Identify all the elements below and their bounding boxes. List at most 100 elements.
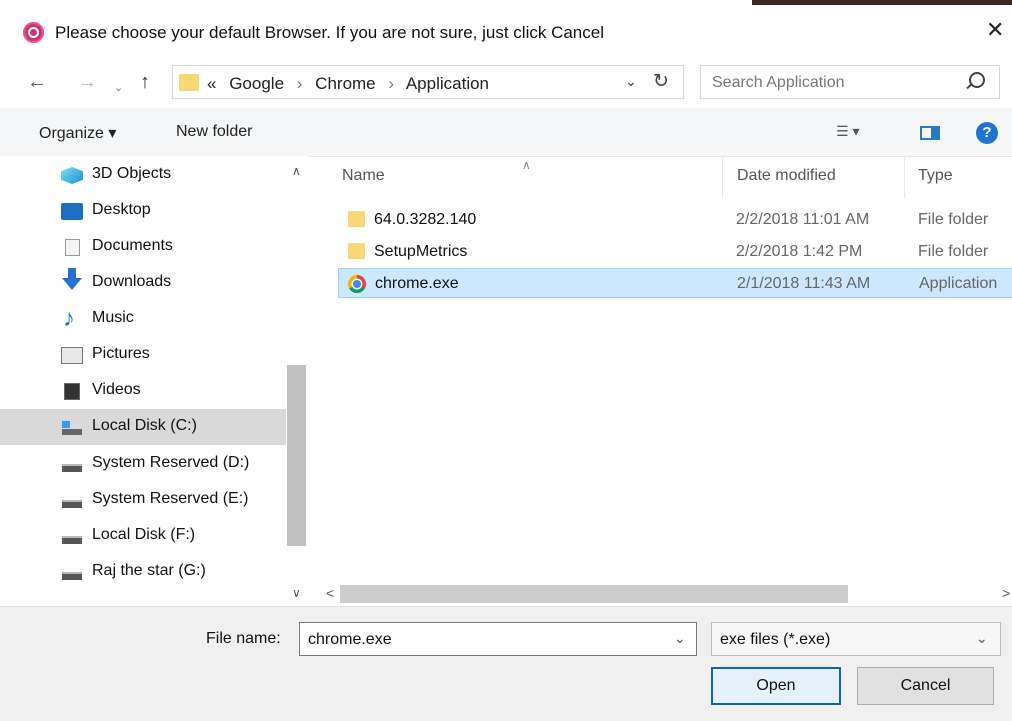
folder-icon xyxy=(348,243,365,259)
file-type: Application xyxy=(919,275,998,292)
sidebar-item-label: Music xyxy=(92,309,134,326)
close-icon[interactable]: ✕ xyxy=(986,19,1004,41)
sidebar-item-system-reserved-d[interactable]: System Reserved (D:) xyxy=(0,446,286,482)
recent-locations-chevron-icon[interactable]: ⌄ xyxy=(114,78,123,98)
file-row[interactable]: 64.0.3282.140 2/2/2018 11:01 AM File fol… xyxy=(338,205,1012,235)
command-toolbar: Organize ▾ New folder ☰ ▾ ? xyxy=(0,108,1012,157)
change-view-icon[interactable]: ☰ ▾ xyxy=(836,123,859,140)
file-name: 64.0.3282.140 xyxy=(374,211,477,228)
sidebar-item-local-disk-c[interactable]: Local Disk (C:) xyxy=(0,409,286,445)
file-name: chrome.exe xyxy=(375,275,459,292)
sidebar-item-raj-the-star-g[interactable]: Raj the star (G:) xyxy=(0,554,286,590)
breadcrumb-google[interactable]: Google xyxy=(229,74,284,93)
file-name-field[interactable]: chrome.exe ⌄ xyxy=(299,622,697,656)
breadcrumb-separator[interactable]: › xyxy=(297,74,303,93)
forward-arrow-icon[interactable]: → xyxy=(77,72,97,92)
refresh-icon[interactable]: ↻ xyxy=(653,70,669,93)
sidebar-item-label: System Reserved (E:) xyxy=(92,490,249,507)
column-header-date-modified[interactable]: Date modified xyxy=(737,167,836,185)
column-header-type[interactable]: Type xyxy=(918,167,953,185)
sidebar-item-system-reserved-e[interactable]: System Reserved (E:) xyxy=(0,482,286,518)
file-type-filter-value: exe files (*.exe) xyxy=(720,631,831,648)
breadcrumb-chrome[interactable]: Chrome xyxy=(315,74,375,93)
breadcrumb-application[interactable]: Application xyxy=(406,74,489,93)
sidebar-item-label: System Reserved (D:) xyxy=(92,454,250,471)
desktop-icon xyxy=(61,203,83,220)
app-logo-icon xyxy=(23,22,44,43)
search-placeholder: Search Application xyxy=(712,74,845,91)
organize-button[interactable]: Organize ▾ xyxy=(39,123,116,143)
sidebar-item-pictures[interactable]: Pictures xyxy=(0,337,286,373)
column-divider[interactable] xyxy=(722,156,723,198)
sidebar-item-3d-objects[interactable]: 3D Objects xyxy=(0,157,286,193)
sidebar-item-label: Pictures xyxy=(92,345,150,362)
search-icon[interactable] xyxy=(969,72,985,88)
chevron-down-icon[interactable]: ⌄ xyxy=(976,630,988,647)
dialog-title: Please choose your default Browser. If y… xyxy=(55,23,604,42)
sidebar-item-music[interactable]: Music xyxy=(0,301,286,337)
search-input[interactable]: Search Application xyxy=(700,65,1000,99)
file-type-filter-select[interactable]: exe files (*.exe) ⌄ xyxy=(711,622,1001,656)
chevron-down-icon[interactable]: ⌄ xyxy=(674,630,686,647)
horizontal-scrollbar[interactable]: < > xyxy=(308,583,1012,605)
navigation-pane[interactable]: 3D Objects Desktop Documents Downloads M… xyxy=(0,156,308,606)
file-date-modified: 2/2/2018 1:42 PM xyxy=(736,243,863,260)
sidebar-item-local-disk-f[interactable]: Local Disk (F:) xyxy=(0,518,286,554)
file-type: File folder xyxy=(918,243,989,260)
scroll-right-icon[interactable]: > xyxy=(1002,585,1010,601)
dialog-footer: File name: chrome.exe ⌄ exe files (*.exe… xyxy=(0,606,1012,721)
open-button[interactable]: Open xyxy=(711,667,841,705)
sidebar-item-label: Local Disk (F:) xyxy=(92,526,196,543)
column-header-name[interactable]: Name xyxy=(342,167,385,185)
chrome-icon xyxy=(348,275,366,293)
file-name: SetupMetrics xyxy=(374,243,468,260)
folder-icon xyxy=(179,74,199,91)
sidebar-item-label: Desktop xyxy=(92,201,151,218)
file-row-selected[interactable]: chrome.exe 2/1/2018 11:43 AM Application xyxy=(338,268,1012,298)
sidebar-scrollbar-thumb[interactable] xyxy=(287,365,306,546)
sidebar-item-downloads[interactable]: Downloads xyxy=(0,265,286,301)
drive-icon xyxy=(61,492,83,509)
title-bar: Please choose your default Browser. If y… xyxy=(0,5,1012,60)
local-disk-icon xyxy=(61,419,83,436)
address-bar[interactable]: « Google › Chrome › Application ⌄ ↻ xyxy=(172,65,684,99)
new-folder-button[interactable]: New folder xyxy=(176,123,252,141)
sort-ascending-icon: ∧ xyxy=(522,158,531,172)
sidebar-item-label: Raj the star (G:) xyxy=(92,562,206,579)
downloads-icon xyxy=(62,268,82,290)
up-arrow-icon[interactable]: ↑ xyxy=(140,72,150,92)
3d-objects-icon xyxy=(61,167,83,184)
help-icon[interactable]: ? xyxy=(976,122,998,144)
file-list[interactable]: ∧ Name Date modified Type 64.0.3282.140 … xyxy=(308,156,1012,606)
breadcrumb-overflow[interactable]: « xyxy=(207,74,216,93)
drive-icon xyxy=(61,456,83,473)
scroll-down-icon[interactable]: ∨ xyxy=(292,586,301,600)
column-divider[interactable] xyxy=(904,156,905,198)
pictures-icon xyxy=(61,347,83,364)
breadcrumb: « Google › Chrome › Application xyxy=(207,74,489,94)
breadcrumb-separator[interactable]: › xyxy=(388,74,394,93)
navigation-bar: ← → ⌄ ↑ « Google › Chrome › Application … xyxy=(0,60,1012,108)
cancel-button[interactable]: Cancel xyxy=(857,667,994,705)
preview-pane-icon[interactable] xyxy=(920,126,940,140)
sidebar-item-label: Documents xyxy=(92,237,173,254)
file-date-modified: 2/2/2018 11:01 AM xyxy=(736,211,870,228)
sidebar-item-documents[interactable]: Documents xyxy=(0,229,286,265)
drive-icon xyxy=(61,564,83,581)
sidebar-item-videos[interactable]: Videos xyxy=(0,373,286,409)
sidebar-item-desktop[interactable]: Desktop xyxy=(0,193,286,229)
back-arrow-icon[interactable]: ← xyxy=(27,72,47,92)
sidebar-item-label: Downloads xyxy=(92,273,172,290)
address-dropdown-icon[interactable]: ⌄ xyxy=(625,73,637,90)
scroll-left-icon[interactable]: < xyxy=(326,585,334,601)
videos-icon xyxy=(64,383,80,400)
scroll-up-icon[interactable]: ∧ xyxy=(292,164,301,178)
documents-icon xyxy=(65,239,80,256)
file-row[interactable]: SetupMetrics 2/2/2018 1:42 PM File folde… xyxy=(338,237,1012,267)
file-open-dialog: Please choose your default Browser. If y… xyxy=(0,0,1012,721)
file-name-value: chrome.exe xyxy=(308,631,392,648)
horizontal-scrollbar-thumb[interactable] xyxy=(340,585,848,603)
drive-icon xyxy=(61,528,83,545)
file-name-label: File name: xyxy=(206,630,281,647)
sidebar-item-label: 3D Objects xyxy=(92,165,172,182)
